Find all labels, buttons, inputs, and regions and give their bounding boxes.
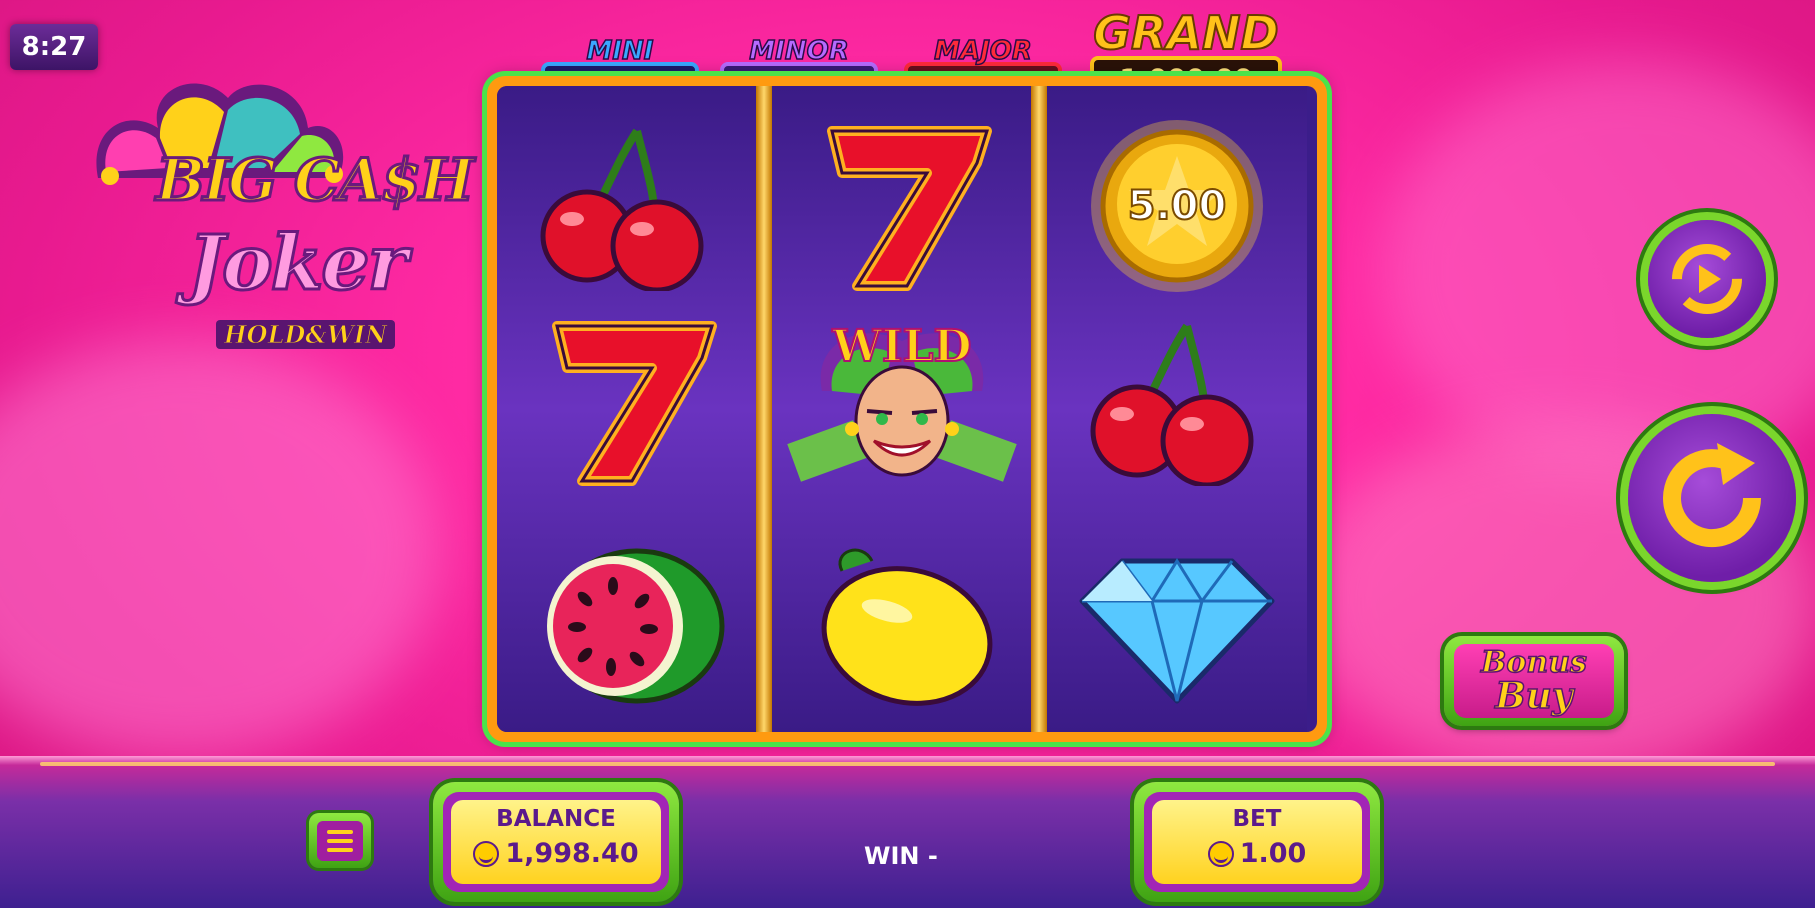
watermelon-icon [547, 548, 725, 704]
spin-button[interactable] [1628, 414, 1796, 582]
symbol-cherry [497, 106, 757, 306]
spin-icon [1663, 443, 1761, 548]
logo-title-line1: BIG CA$H [154, 145, 475, 216]
reel-divider [756, 86, 772, 732]
autoplay-button[interactable] [1648, 220, 1766, 338]
menu-icon [317, 820, 363, 861]
bet-label: BET [1232, 806, 1282, 832]
clock: 8:27 [10, 24, 98, 70]
jackpot-grand-label: GRAND [1092, 5, 1279, 61]
balance-panel: BALANCE 1,998.40 [433, 782, 679, 902]
symbol-seven [497, 301, 757, 501]
balance-label: BALANCE [496, 806, 616, 832]
symbol-watermelon [497, 526, 757, 726]
bottom-bar [0, 756, 1815, 908]
win-display: WIN - [864, 842, 938, 870]
reel-area: 5.00 WILD [497, 86, 1317, 732]
diamond-icon [1079, 558, 1275, 704]
bottom-bar-divider [40, 762, 1775, 766]
background-glow [0, 340, 440, 760]
game-logo: BIG CA$H Joker HOLD&WIN [88, 68, 488, 368]
bet-panel[interactable]: BET 1.00 [1134, 782, 1380, 902]
bonus-buy-label-line1: Bonus [1480, 645, 1587, 680]
symbol-wild: WILD [772, 301, 1032, 501]
autoplay-icon [1672, 244, 1742, 314]
cherry-icon [540, 128, 704, 291]
reel-frame: 5.00 WILD [487, 76, 1327, 742]
symbol-cherry [1047, 301, 1307, 501]
logo-subtitle: HOLD&WIN [216, 320, 396, 350]
seven-icon [552, 321, 717, 486]
lemon-icon [821, 548, 993, 706]
logo-title-line2: Joker [187, 217, 410, 309]
seven-icon [827, 126, 992, 291]
coin-icon [473, 840, 500, 867]
symbol-diamond [1047, 526, 1307, 726]
wild-label: WILD [831, 320, 972, 373]
bonus-buy-label-line2: Buy [1494, 675, 1573, 717]
symbol-coin: 5.00 [1047, 106, 1307, 306]
bonus-buy-button[interactable]: Bonus Buy [1444, 636, 1624, 726]
bet-value: 1.00 [1239, 838, 1307, 869]
symbol-seven [772, 106, 1032, 306]
menu-button[interactable] [309, 813, 371, 868]
coin-value: 5.00 [1127, 182, 1228, 230]
symbol-lemon [772, 526, 1032, 726]
reel-divider [1031, 86, 1047, 732]
bonus-buy-inner: Bonus Buy [1454, 644, 1614, 718]
balance-value: 1,998.40 [505, 838, 639, 869]
cherry-icon [1090, 323, 1254, 486]
coin-icon [1207, 840, 1234, 867]
